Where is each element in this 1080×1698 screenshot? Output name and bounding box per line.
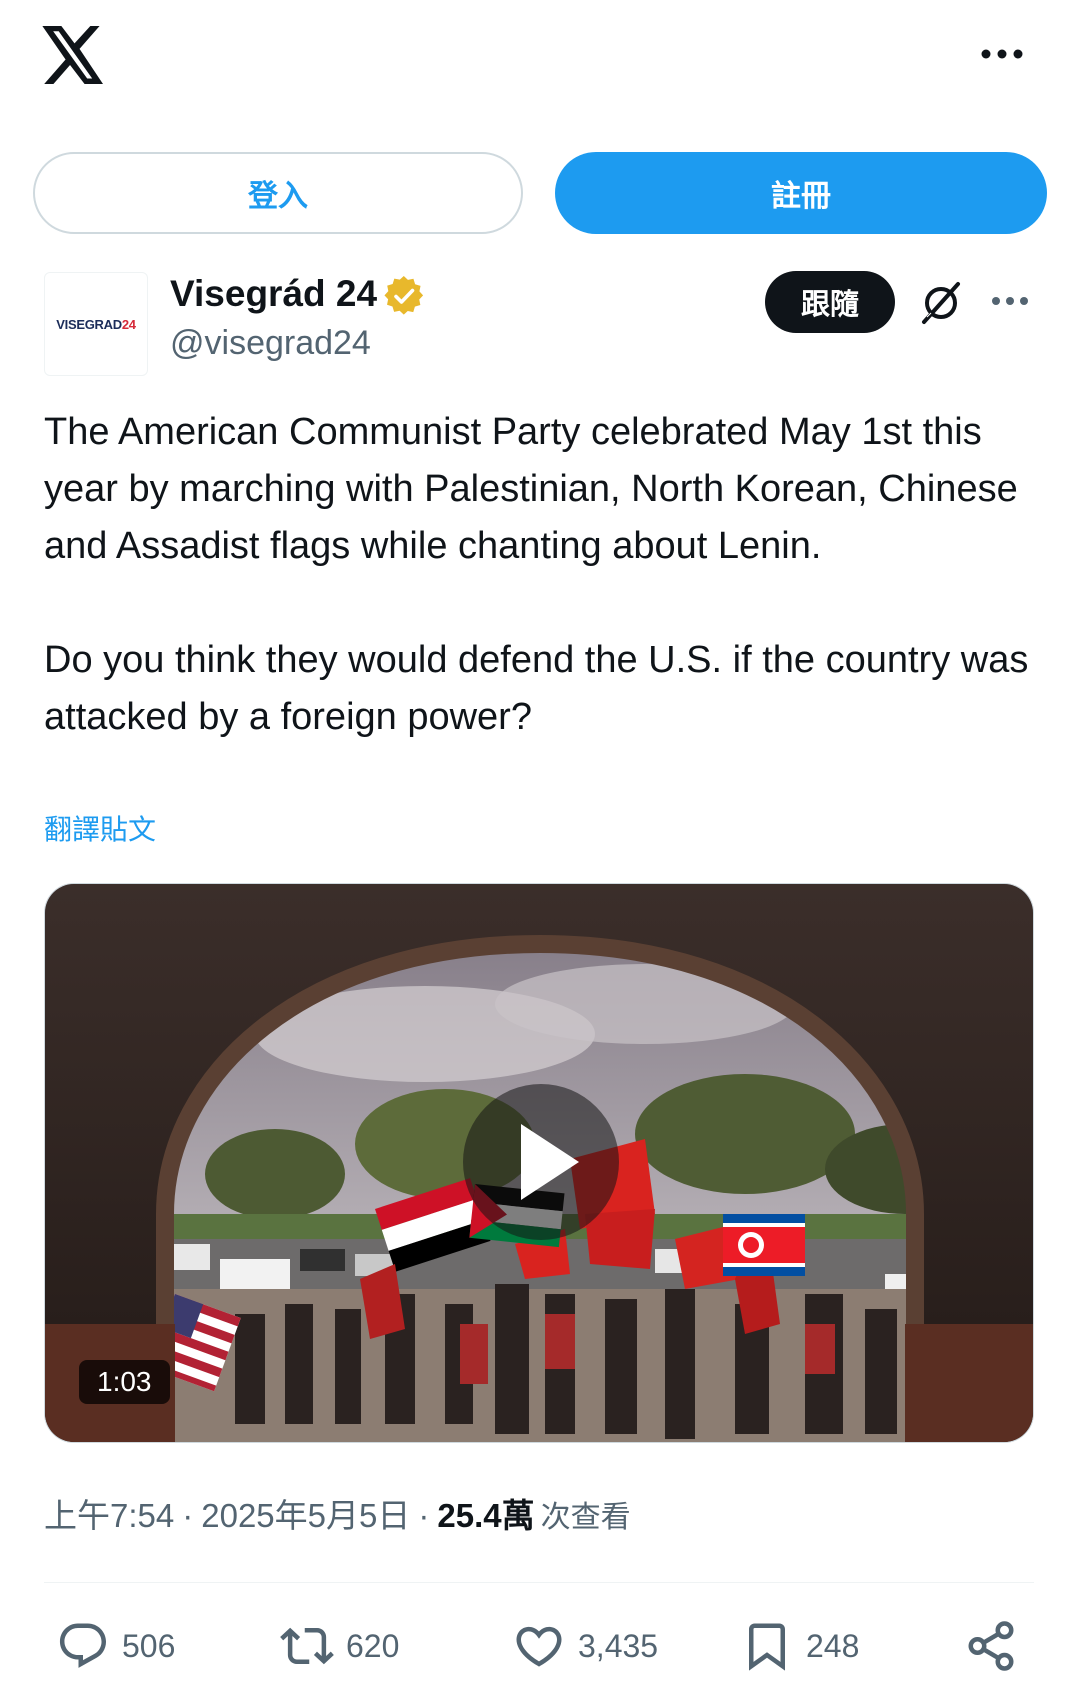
play-button[interactable] <box>463 1084 619 1240</box>
post-more-icon[interactable] <box>990 288 1030 314</box>
retweet-icon <box>280 1627 334 1665</box>
bookmark-count: 248 <box>806 1627 860 1664</box>
views-label: 次查看 <box>540 1501 631 1534</box>
post-date[interactable]: 2025年5月5日 <box>201 1497 410 1534</box>
post-text: The American Communist Party celebrated … <box>44 411 1029 738</box>
reply-count: 506 <box>122 1627 176 1664</box>
video-duration: 1:03 <box>79 1360 170 1404</box>
retweet-button[interactable]: 620 <box>280 1616 399 1676</box>
like-count: 3,435 <box>578 1627 659 1664</box>
share-icon <box>968 1621 1014 1671</box>
follow-button[interactable]: 跟隨 <box>765 271 895 333</box>
translate-post-link[interactable]: 翻譯貼文 <box>44 812 156 848</box>
x-logo-icon[interactable] <box>42 26 106 84</box>
avatar-logo-accent: 24 <box>121 316 136 332</box>
heart-icon <box>516 1626 562 1667</box>
share-button[interactable] <box>964 1616 1030 1676</box>
video-player[interactable]: 1:03 <box>44 883 1034 1443</box>
avatar[interactable]: VISEGRAD24 <box>44 272 148 376</box>
meta-separator: · <box>182 1497 194 1534</box>
bookmark-icon <box>749 1623 785 1671</box>
views-count: 25.4萬 <box>437 1497 535 1534</box>
avatar-logo-text: VISEGRAD24 <box>56 316 136 332</box>
more-horizontal-icon[interactable] <box>978 38 1026 70</box>
grok-icon[interactable] <box>918 280 964 326</box>
reply-button[interactable]: 506 <box>56 1616 175 1676</box>
display-name[interactable]: Visegrád 24 <box>170 272 377 316</box>
reply-icon <box>59 1623 107 1668</box>
post-meta: 上午7:54 · 2025年5月5日 · 25.4萬 次查看 <box>44 1494 631 1540</box>
divider <box>44 1582 1034 1583</box>
play-icon <box>521 1124 579 1200</box>
retweet-count: 620 <box>346 1627 400 1664</box>
avatar-logo-main: VISEGRAD <box>56 316 122 332</box>
post-time[interactable]: 上午7:54 <box>44 1497 174 1534</box>
verified-badge-icon <box>384 276 424 316</box>
bookmark-button[interactable]: 248 <box>740 1616 859 1676</box>
handle[interactable]: @visegrad24 <box>170 322 371 364</box>
signup-button[interactable]: 註冊 <box>555 152 1047 234</box>
login-button[interactable]: 登入 <box>33 152 523 234</box>
like-button[interactable]: 3,435 <box>512 1616 658 1676</box>
meta-separator: · <box>418 1497 430 1534</box>
